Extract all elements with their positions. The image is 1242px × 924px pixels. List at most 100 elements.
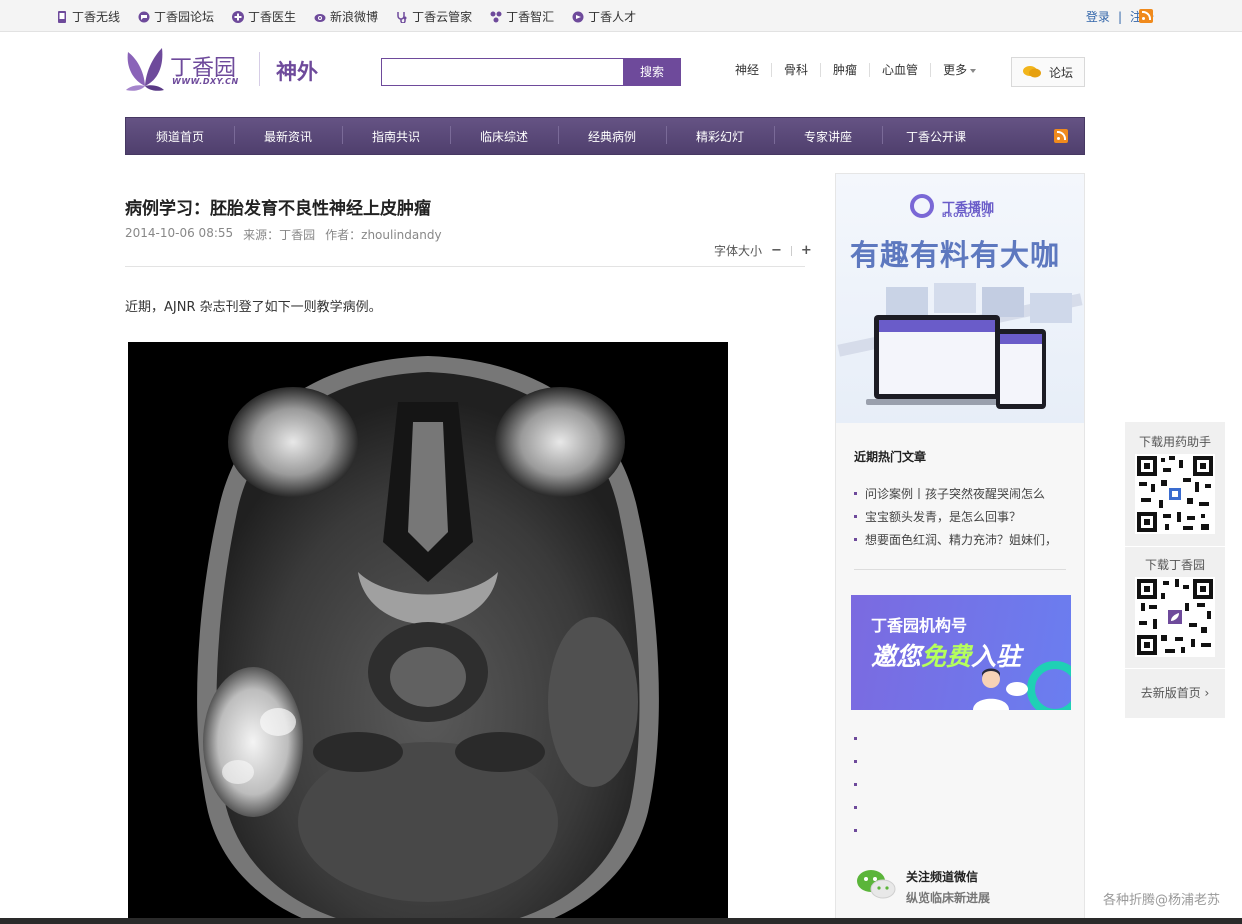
list-item-label: 宝宝额头发青，是怎么回事？ (865, 510, 1022, 524)
top-link-label: 丁香无线 (72, 10, 121, 24)
divider (1125, 546, 1225, 547)
top-link-wireless[interactable]: 丁香无线 (56, 8, 120, 25)
divider (1125, 668, 1225, 669)
search-input[interactable] (381, 58, 624, 86)
drug-app-caption: 下载用药助手 (1138, 435, 1211, 449)
sidebar: 丁香播咖 BROADCAST 有趣有料有大咖 近期热门文章 问诊案例丨孩子突然夜… (835, 173, 1085, 924)
subnav-neuro[interactable]: 神经 (735, 63, 771, 77)
bullet-icon (854, 515, 857, 518)
wechat-icon[interactable] (856, 867, 896, 901)
talent-icon (572, 11, 584, 22)
new-homepage-link[interactable]: 去新版首页 › (1125, 684, 1225, 701)
wechat-subtitle: 纵览临床新进展 (906, 891, 991, 905)
mri-scan-illustration (197, 356, 659, 924)
top-link-doctor[interactable]: 丁香医生 (232, 8, 296, 25)
chevron-down-icon (970, 68, 977, 73)
nav-item-home[interactable]: 频道首页 (126, 128, 234, 145)
brand-url: WWW.DXY.CN (172, 77, 239, 86)
bullet-icon (854, 806, 857, 809)
main-nav: 频道首页 最新资讯 指南共识 临床综述 经典病例 精彩幻灯 专家讲座 丁香公开课 (125, 117, 1085, 155)
logo[interactable]: 丁香园 WWW.DXY.CN (124, 46, 244, 92)
subnav-ortho[interactable]: 骨科 (771, 63, 820, 77)
person-illustration (973, 668, 1028, 710)
decorative-ring-icon (1027, 661, 1071, 710)
top-link-zhihui[interactable]: 丁香智汇 (490, 8, 554, 25)
top-link-label: 新浪微博 (330, 10, 379, 24)
font-size-label: 字体大小 (714, 244, 763, 258)
separator: | (1117, 9, 1122, 24)
qr-code-icon[interactable] (1135, 577, 1215, 657)
nav-item-news[interactable]: 最新资讯 (234, 125, 342, 145)
article-date: 2014-10-06 08:55 (125, 226, 234, 240)
nav-item-reviews[interactable]: 临床综述 (450, 125, 558, 145)
hot-articles-title: 近期热门文章 (854, 450, 927, 464)
empty-link-list (854, 737, 857, 852)
login-link[interactable]: 登录 (1086, 8, 1110, 25)
bottom-bar (0, 918, 1242, 924)
nav-item-cases[interactable]: 经典病例 (558, 125, 666, 145)
search-button[interactable]: 搜索 (623, 58, 681, 86)
top-link-label: 丁香云管家 (412, 10, 473, 24)
plus-circle-icon (232, 10, 245, 23)
nav-item-guidelines[interactable]: 指南共识 (342, 125, 450, 145)
hot-articles-list: 问诊案例丨孩子突然夜醒哭闹怎么 宝宝额头发青，是怎么回事？ 想要面色红润、精力充… (854, 482, 1057, 551)
logo-divider (259, 52, 260, 86)
top-link-weibo[interactable]: 新浪微博 (314, 8, 378, 25)
broadcast-sub: BROADCAST (942, 212, 993, 219)
top-link-label: 丁香智汇 (506, 10, 555, 24)
floating-download-panel: 下载用药助手 下载丁香园 去新版首页 › (1125, 422, 1225, 718)
org-ad-line1: 丁香园机构号 (871, 616, 968, 635)
article-meta: 2014-10-06 08:55 来源：丁香园 作者：zhoulindandy (125, 226, 442, 243)
broadcast-ad-banner[interactable]: 丁香播咖 BROADCAST 有趣有料有大咖 (836, 174, 1084, 423)
watermark: 各种折腾@杨浦老苏 (1103, 893, 1221, 908)
laptop-illustration (837, 283, 1083, 409)
channel-name[interactable]: 神外 (276, 56, 318, 86)
font-increase-button[interactable]: + (801, 243, 812, 258)
subnav-cardio[interactable]: 心血管 (869, 63, 930, 77)
subnav-oncology[interactable]: 肿瘤 (820, 63, 869, 77)
forum-icon (138, 11, 150, 22)
top-bar: 丁香无线 丁香园论坛 丁香医生 新浪微博 丁香云管家 丁香智汇 丁香人才 登录 … (0, 0, 1242, 32)
bullet-icon (854, 737, 857, 740)
top-link-label: 丁香医生 (248, 10, 297, 24)
org-account-ad-banner[interactable]: 丁香园机构号 邀您免费入驻 (851, 595, 1071, 710)
broadcast-headline: 有趣有料有大咖 (850, 238, 1061, 272)
bullet-icon (854, 760, 857, 763)
font-size-control: 字体大小 − + (714, 242, 812, 259)
font-decrease-button[interactable]: − (771, 243, 782, 258)
list-item[interactable]: 问诊案例丨孩子突然夜醒哭闹怎么 (854, 482, 1057, 505)
list-item-label: 想要面色红润、精力充沛？姐妹们， (865, 533, 1058, 547)
article-title: 病例学习：胚胎发育不良性神经上皮肿瘤 (125, 199, 431, 219)
divider (125, 266, 805, 267)
subnav-more-label: 更多 (943, 63, 968, 77)
mri-image (128, 342, 728, 924)
top-link-talent[interactable]: 丁香人才 (572, 8, 636, 25)
separator (790, 245, 792, 256)
top-link-cloud[interactable]: 丁香云管家 (396, 8, 472, 25)
chat-bubble-icon (1022, 66, 1041, 78)
subnav-more[interactable]: 更多 (930, 63, 988, 77)
article-intro: 近期，AJNR 杂志刊登了如下一则教学病例。 (125, 300, 382, 315)
nav-item-slides[interactable]: 精彩幻灯 (666, 125, 774, 145)
phone-icon (58, 10, 66, 23)
nav-item-lectures[interactable]: 专家讲座 (774, 125, 882, 145)
nav-item-opencourse[interactable]: 丁香公开课 (882, 125, 990, 145)
top-link-label: 丁香人才 (588, 10, 637, 24)
dxy-app-caption: 下载丁香园 (1144, 558, 1205, 572)
forum-button[interactable]: 论坛 (1011, 57, 1085, 87)
top-link-forum[interactable]: 丁香园论坛 (138, 8, 214, 25)
org-ad-line2-b: 免费 (921, 642, 972, 671)
article-source: 来源：丁香园 (243, 228, 316, 242)
network-icon (490, 11, 502, 22)
qr-code-icon[interactable] (1135, 454, 1215, 534)
divider (854, 569, 1066, 570)
rss-icon[interactable] (1054, 129, 1068, 143)
lilac-logo-icon (126, 48, 164, 91)
wechat-title[interactable]: 关注频道微信 (906, 868, 978, 885)
list-item[interactable]: 想要面色红润、精力充沛？姐妹们， (854, 528, 1057, 551)
top-link-label: 丁香园论坛 (154, 10, 215, 24)
bullet-icon (854, 829, 857, 832)
list-item[interactable]: 宝宝额头发青，是怎么回事？ (854, 505, 1057, 528)
channel-subnav: 神经 骨科 肿瘤 心血管 更多 (735, 63, 988, 77)
rss-icon[interactable] (1139, 9, 1153, 23)
